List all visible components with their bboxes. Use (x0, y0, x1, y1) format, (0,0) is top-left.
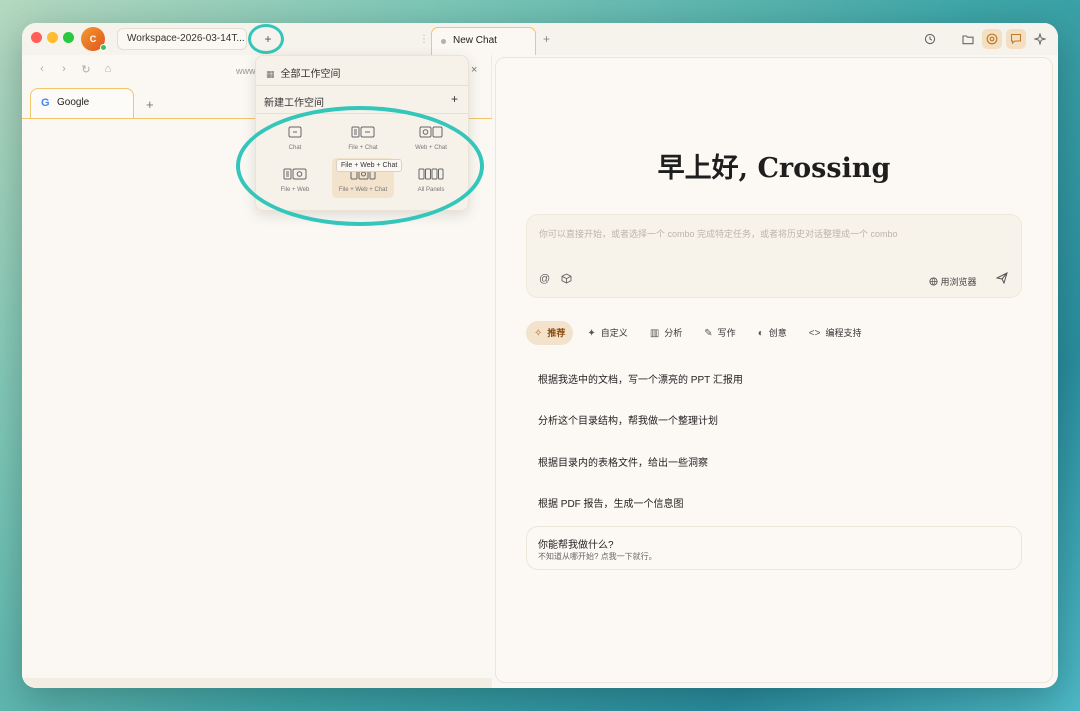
suggestion-item[interactable]: 根据目录内的表格文件，给出一些洞察 (538, 454, 708, 469)
sparkle-icon[interactable] (1030, 29, 1050, 49)
tab-custom-label: 自定义 (601, 328, 628, 338)
top-toolbar (920, 29, 1050, 49)
toolbar-spacer (944, 29, 954, 49)
all-workspaces-label: 全部工作空间 (281, 69, 341, 80)
tab-recommended[interactable]: ✧ 推荐 (526, 321, 573, 345)
use-browser-label: 用浏览器 (941, 277, 977, 287)
greeting-title: 早上好, Crossing (496, 146, 1052, 185)
tab-new-chat[interactable]: New Chat (431, 27, 536, 55)
online-status-dot (100, 44, 107, 51)
send-icon[interactable] (996, 272, 1008, 287)
suggestion-item[interactable]: 根据 PDF 报告，生成一个信息图 (538, 495, 684, 510)
browser-footer (22, 678, 492, 688)
help-title: 你能帮我做什么? (538, 536, 614, 551)
tab-status-dot (441, 39, 446, 44)
tab-google-label: Google (57, 97, 89, 108)
help-card[interactable]: 你能帮我做什么? 不知道从哪开始? 点我一下就行。 (526, 526, 1022, 570)
use-browser-button[interactable]: 用浏览器 (929, 275, 977, 288)
custom-icon: ✦ (587, 328, 595, 339)
tab-custom[interactable]: ✦ 自定义 (579, 321, 635, 345)
back-icon[interactable]: ‹ (36, 63, 48, 76)
chat-input-placeholder[interactable]: 你可以直接开始，或者选择一个 combo 完成特定任务，或者将历史对话整理成一个… (539, 227, 898, 240)
avatar-initial: C (90, 34, 97, 44)
reload-icon[interactable]: ↻ (80, 63, 92, 76)
tab-separator: ⋮ (419, 34, 429, 45)
sparkle-icon: ✧ (534, 328, 542, 339)
tab-recommended-label: 推荐 (547, 328, 565, 338)
mention-icon[interactable]: @ (539, 273, 550, 285)
suggestion-item[interactable]: 根据我选中的文档，写一个漂亮的 PPT 汇报用 (538, 371, 743, 386)
chat-panel: 早上好, Crossing 你可以直接开始，或者选择一个 combo 完成特定任… (495, 57, 1053, 683)
grid-icon: ▦ (266, 69, 275, 80)
browser-icon[interactable] (982, 29, 1002, 49)
zoom-window-button[interactable] (63, 32, 74, 43)
tab-creative-label: 创意 (769, 328, 787, 338)
tab-writing-label: 写作 (718, 328, 736, 338)
tab-creative[interactable]: ◐ 创意 (750, 321, 795, 345)
code-icon: <> (809, 328, 821, 339)
all-workspaces-item[interactable]: ▦ 全部工作空间 (266, 65, 341, 80)
divider (256, 85, 468, 86)
close-browser-icon[interactable]: × (471, 64, 477, 76)
globe-icon (929, 277, 941, 287)
pen-icon: ✎ (704, 328, 712, 339)
history-icon[interactable] (920, 29, 940, 49)
tab-google[interactable]: G Google (30, 88, 134, 118)
folder-icon[interactable] (958, 29, 978, 49)
tab-writing[interactable]: ✎ 写作 (696, 321, 743, 345)
chat-icon[interactable] (1006, 29, 1026, 49)
help-subtitle: 不知道从哪开始? 点我一下就行。 (538, 551, 657, 562)
app-window: C Workspace-2026-03-14T... + ⋮ New Chat … (22, 23, 1058, 688)
highlight-ring-combos (236, 106, 484, 226)
new-workspace-label: 新建工作空间 (264, 94, 324, 109)
title-bar: C Workspace-2026-03-14T... + ⋮ New Chat … (22, 23, 1058, 55)
url-bar[interactable]: www (236, 66, 256, 76)
workspace-tab[interactable]: Workspace-2026-03-14T... (117, 28, 247, 50)
close-window-button[interactable] (31, 32, 42, 43)
tab-analysis-label: 分析 (664, 328, 682, 338)
tab-coding-label: 编程支持 (825, 328, 861, 338)
new-workspace-plus-button[interactable]: + (451, 92, 458, 106)
forward-icon[interactable]: › (58, 63, 70, 76)
browser-nav: ‹ › ↻ ⌂ (36, 63, 114, 76)
suggestion-item[interactable]: 分析这个目录结构，帮我做一个整理计划 (538, 412, 718, 427)
tab-analysis[interactable]: ▥ 分析 (642, 321, 690, 345)
bar-chart-icon: ▥ (650, 328, 659, 339)
highlight-ring-add-workspace (248, 24, 284, 54)
chat-input-box[interactable]: 你可以直接开始，或者选择一个 combo 完成特定任务，或者将历史对话整理成一个… (526, 214, 1022, 298)
tab-coding[interactable]: <> 编程支持 (801, 321, 870, 345)
tab-new-chat-label: New Chat (453, 35, 497, 46)
google-logo-icon: G (41, 96, 50, 110)
add-chat-tab-button[interactable]: + (543, 32, 550, 46)
combo-icon[interactable] (561, 273, 572, 287)
category-tabs: ✧ 推荐 ✦ 自定义 ▥ 分析 ✎ 写作 ◐ 创意 <> 编程支持 (526, 321, 875, 345)
add-browser-tab-button[interactable]: + (146, 97, 154, 112)
home-icon[interactable]: ⌂ (102, 63, 114, 76)
minimize-window-button[interactable] (47, 32, 58, 43)
palette-icon: ◐ (758, 328, 764, 339)
